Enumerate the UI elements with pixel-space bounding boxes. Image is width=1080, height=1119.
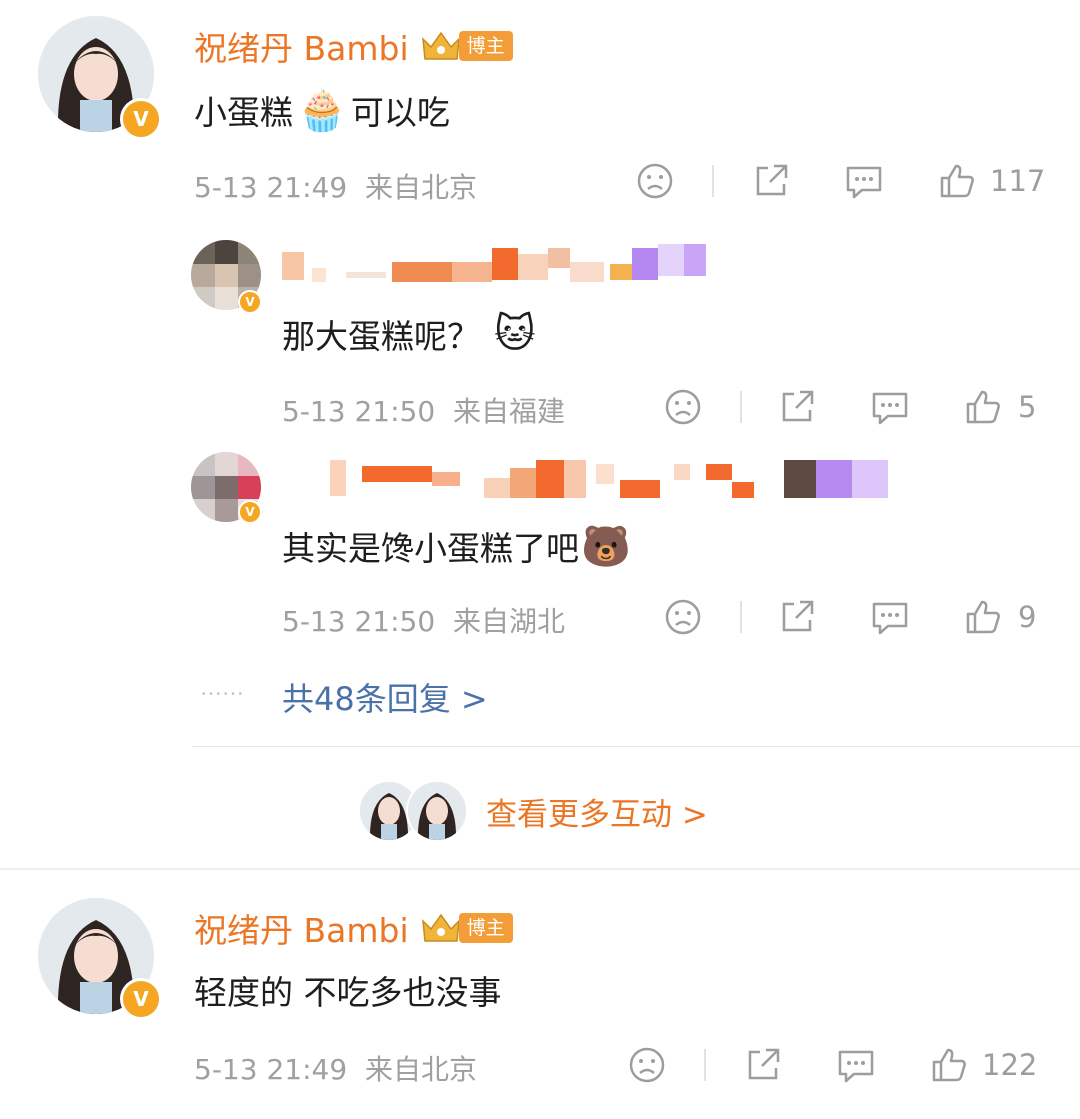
verified-v-icon: V — [120, 98, 162, 140]
comment-icon[interactable] — [844, 162, 884, 200]
share-icon[interactable] — [744, 1046, 782, 1084]
view-all-replies-link[interactable]: 共48条回复 > — [282, 674, 488, 720]
view-more-interactions[interactable]: 查看更多互动 > — [358, 780, 708, 842]
sad-face-icon[interactable] — [664, 388, 702, 426]
sad-face-icon[interactable] — [628, 1046, 666, 1084]
author-name[interactable]: 祝绪丹 Bambi — [194, 904, 409, 952]
reply-meta: 5-13 21:50 来自湖北 — [282, 605, 565, 638]
reply-meta: 5-13 21:50 来自福建 — [282, 395, 565, 428]
view-more-label[interactable]: 查看更多互动 > — [486, 789, 708, 834]
reply-author-name-pixelated[interactable] — [330, 460, 888, 498]
section-divider — [0, 868, 1080, 870]
cupcake-icon: 🧁 — [297, 87, 347, 134]
capybara-emoji-icon: 🐻 — [581, 523, 631, 570]
like-button[interactable]: 5 — [964, 388, 1036, 426]
ellipsis-dots: …… — [200, 676, 244, 701]
blogger-badge: 博主 — [458, 913, 513, 943]
share-icon[interactable] — [778, 598, 816, 636]
verified-v-icon: V — [120, 978, 162, 1020]
like-icon — [932, 1048, 966, 1082]
verified-v-icon: V — [238, 500, 262, 524]
author-name[interactable]: 祝绪丹 Bambi — [194, 22, 409, 70]
comment-icon[interactable] — [870, 388, 910, 426]
comment-text: 轻度的 不吃多也没事 — [194, 973, 502, 1012]
crown-icon — [421, 913, 460, 942]
comment-icon[interactable] — [836, 1046, 876, 1084]
comment-meta: 5-13 21:49 来自北京 — [194, 1053, 477, 1086]
avatar — [406, 780, 468, 842]
blogger-badge: 博主 — [458, 31, 513, 61]
cat-emoji-icon: 🐱 — [494, 311, 536, 357]
share-icon[interactable] — [778, 388, 816, 426]
reply-text: 其实是馋小蛋糕了吧 🐻 — [282, 523, 631, 570]
reply-author-name-pixelated[interactable] — [282, 244, 706, 282]
sad-face-icon[interactable] — [664, 598, 702, 636]
divider — [192, 746, 1080, 747]
verified-v-icon: V — [238, 290, 262, 314]
comment-meta: 5-13 21:49 来自北京 — [194, 171, 477, 204]
comment-text: 小蛋糕 🧁 可以吃 — [194, 87, 450, 134]
like-button[interactable]: 122 — [930, 1046, 1037, 1084]
like-button[interactable]: 117 — [938, 162, 1045, 200]
like-icon — [966, 600, 1000, 634]
share-icon[interactable] — [752, 162, 790, 200]
crown-icon — [421, 31, 460, 60]
like-icon — [940, 164, 974, 198]
reply-text: 那大蛋糕呢？ 🐱 — [282, 311, 536, 357]
like-icon — [966, 390, 1000, 424]
like-button[interactable]: 9 — [964, 598, 1036, 636]
comment-icon[interactable] — [870, 598, 910, 636]
sad-face-icon[interactable] — [636, 162, 674, 200]
